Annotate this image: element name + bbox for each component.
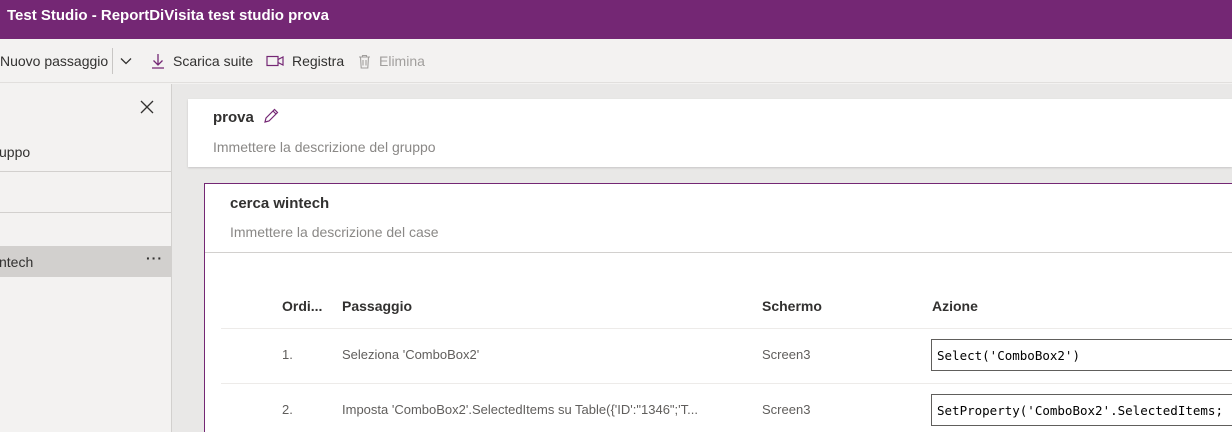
column-header-step[interactable]: Passaggio (342, 298, 412, 314)
test-tree-panel: uppo ntech ··· (0, 84, 171, 432)
sidebar-divider (0, 212, 171, 213)
table-row-divider (221, 383, 1232, 384)
new-step-dropdown-button[interactable] (119, 39, 133, 83)
record-label: Registra (292, 53, 345, 69)
download-suite-label: Scarica suite (173, 53, 254, 69)
window-title: Test Studio - ReportDiVisita test studio… (7, 7, 329, 24)
delete-button[interactable]: Elimina (358, 39, 425, 83)
test-case-card: cerca wintech Immettere la descrizione d… (204, 183, 1232, 432)
step-screen: Screen3 (762, 402, 811, 417)
toolbar: Nuovo passaggio Scarica suite Registra E… (0, 39, 1232, 83)
step-description: Seleziona 'ComboBox2' (342, 347, 480, 362)
test-case-name[interactable]: cerca wintech (230, 195, 329, 212)
group-card: prova Immettere la descrizione del grupp… (188, 99, 1232, 167)
delete-label: Elimina (379, 53, 425, 69)
download-suite-button[interactable]: Scarica suite (151, 39, 253, 83)
test-case-description-input[interactable]: Immettere la descrizione del case (230, 224, 439, 240)
new-step-label: Nuovo passaggio (0, 53, 109, 69)
step-order: 1. (282, 347, 293, 362)
step-description: Imposta 'ComboBox2'.SelectedItems su Tab… (342, 402, 698, 417)
new-step-button[interactable]: Nuovo passaggio (0, 39, 108, 83)
group-description-input[interactable]: Immettere la descrizione del gruppo (213, 139, 436, 155)
sidebar-group-item[interactable]: uppo (0, 144, 30, 160)
step-screen: Screen3 (762, 347, 811, 362)
toolbar-divider (112, 48, 113, 74)
download-icon (152, 54, 164, 69)
step-action-input[interactable]: Select('ComboBox2') (931, 339, 1232, 371)
group-name[interactable]: prova (213, 109, 254, 126)
trash-icon (359, 54, 370, 69)
record-icon (266, 55, 284, 67)
more-icon[interactable]: ··· (146, 250, 163, 266)
column-header-screen[interactable]: Schermo (762, 298, 822, 314)
column-header-order[interactable]: Ordi... (282, 298, 322, 314)
column-header-action[interactable]: Azione (932, 298, 978, 314)
close-icon[interactable] (138, 98, 156, 116)
step-action-input[interactable]: SetProperty('ComboBox2'.SelectedItems; (931, 394, 1232, 426)
title-bar: Test Studio - ReportDiVisita test studio… (0, 0, 1232, 39)
chevron-down-icon (120, 58, 132, 65)
table-row-divider (221, 328, 1232, 329)
sidebar-case-item[interactable]: ntech (0, 254, 33, 270)
step-order: 2. (282, 402, 293, 417)
record-button[interactable]: Registra (266, 39, 344, 83)
sidebar-divider (0, 171, 171, 172)
pencil-icon[interactable] (262, 107, 280, 125)
case-divider (205, 252, 1232, 253)
